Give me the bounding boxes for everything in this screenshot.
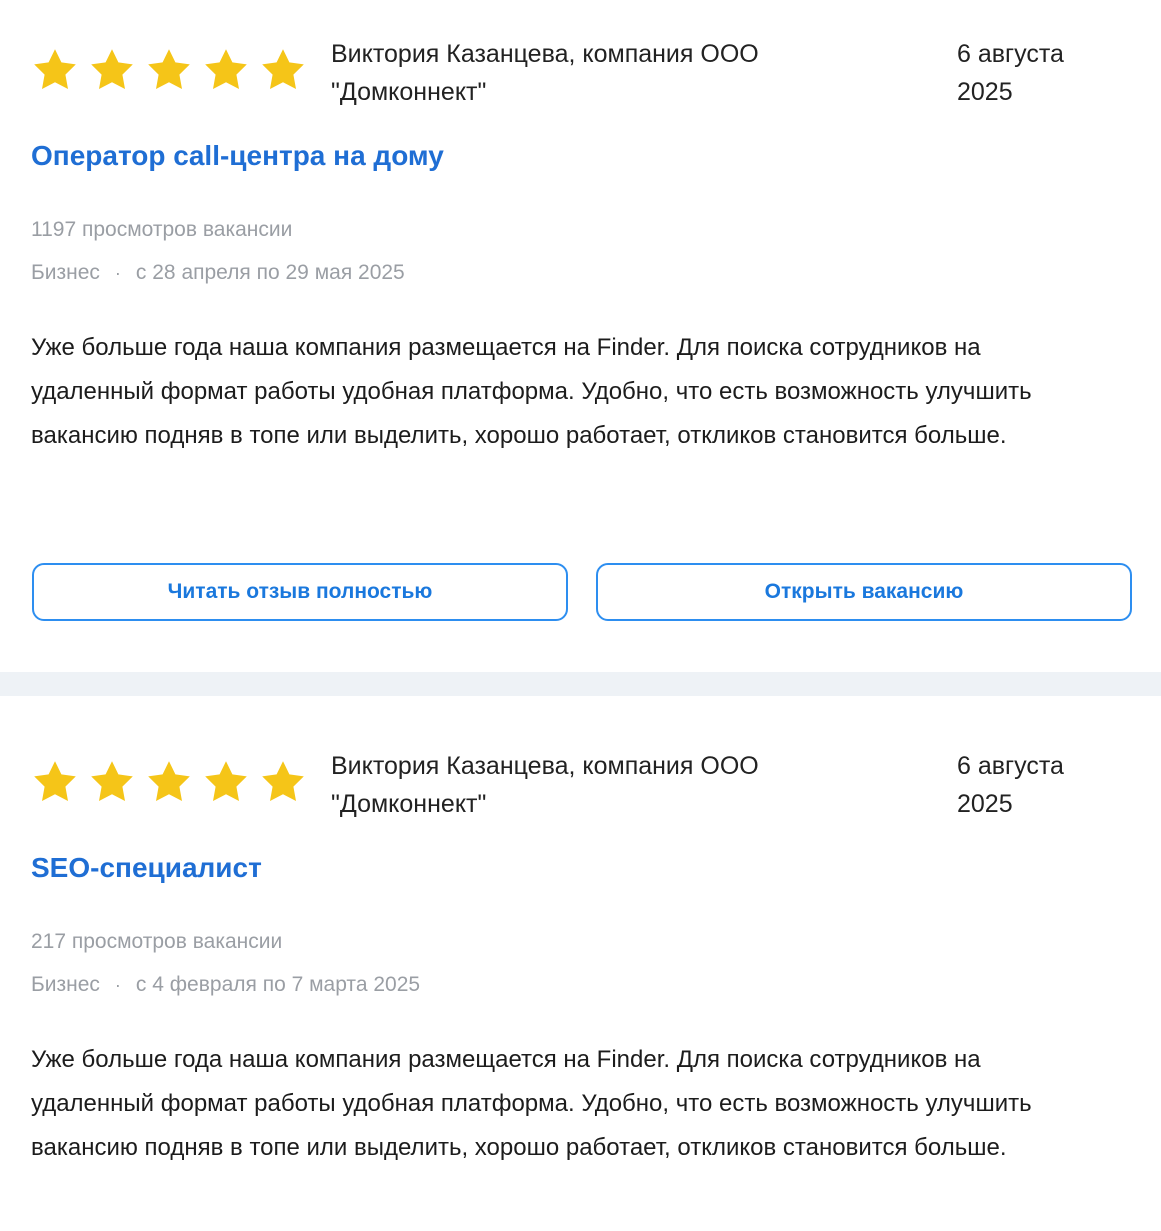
review-date-day: 6 августа [957, 40, 1064, 68]
review-text: Уже больше года наша компания размещаетс… [31, 1046, 1032, 1161]
vacancy-views: 1197 просмотров вакансии [31, 218, 293, 241]
rating-stars [31, 46, 307, 94]
separator-dot: · [114, 263, 121, 283]
star-icon [31, 758, 79, 806]
vacancy-period: с 4 февраля по 7 марта 2025 [135, 973, 421, 996]
open-vacancy-button[interactable]: Открыть вакансию [596, 563, 1132, 621]
vacancy-meta: Бизнес · с 28 апреля по 29 мая 2025 [31, 258, 405, 288]
vacancy-title-link[interactable]: SEO-специалист [31, 849, 262, 887]
author-name: Виктория Казанцева, компания ООО [331, 40, 759, 68]
vacancy-title-link[interactable]: Оператор call-центра на дому [31, 137, 444, 175]
author-company: "Домконнект" [331, 790, 487, 818]
review-text: Уже больше года наша компания размещаетс… [31, 334, 1032, 449]
star-icon [31, 46, 79, 94]
card-separator [0, 672, 1161, 696]
separator-dot: · [114, 975, 121, 995]
star-icon [259, 758, 307, 806]
star-icon [88, 758, 136, 806]
vacancy-meta: Бизнес · с 4 февраля по 7 марта 2025 [31, 970, 420, 1000]
vacancy-views: 217 просмотров вакансии [31, 930, 283, 953]
review-author: Виктория Казанцева, компания ООО "Домкон… [331, 747, 851, 823]
star-icon [202, 46, 250, 94]
review-author: Виктория Казанцева, компания ООО "Домкон… [331, 35, 851, 111]
review-date-year: 2025 [957, 78, 1013, 106]
review-date: 6 августа 2025 [957, 747, 1127, 823]
author-company: "Домконнект" [331, 78, 487, 106]
star-icon [202, 758, 250, 806]
reviews-feed: Виктория Казанцева, компания ООО "Домкон… [0, 0, 1161, 1231]
review-card: Виктория Казанцева, компания ООО "Домкон… [0, 0, 1161, 672]
star-icon [145, 46, 193, 94]
vacancy-period: с 28 апреля по 29 мая 2025 [135, 261, 405, 284]
review-date: 6 августа 2025 [957, 35, 1127, 111]
review-date-day: 6 августа [957, 752, 1064, 780]
rating-stars [31, 758, 307, 806]
star-icon [259, 46, 307, 94]
vacancy-category: Бизнес [31, 973, 100, 996]
author-name: Виктория Казанцева, компания ООО [331, 752, 759, 780]
vacancy-category: Бизнес [31, 261, 100, 284]
read-full-review-button[interactable]: Читать отзыв полностью [32, 563, 568, 621]
star-icon [145, 758, 193, 806]
review-card: Виктория Казанцева, компания ООО "Домкон… [0, 696, 1161, 1231]
review-date-year: 2025 [957, 790, 1013, 818]
star-icon [88, 46, 136, 94]
